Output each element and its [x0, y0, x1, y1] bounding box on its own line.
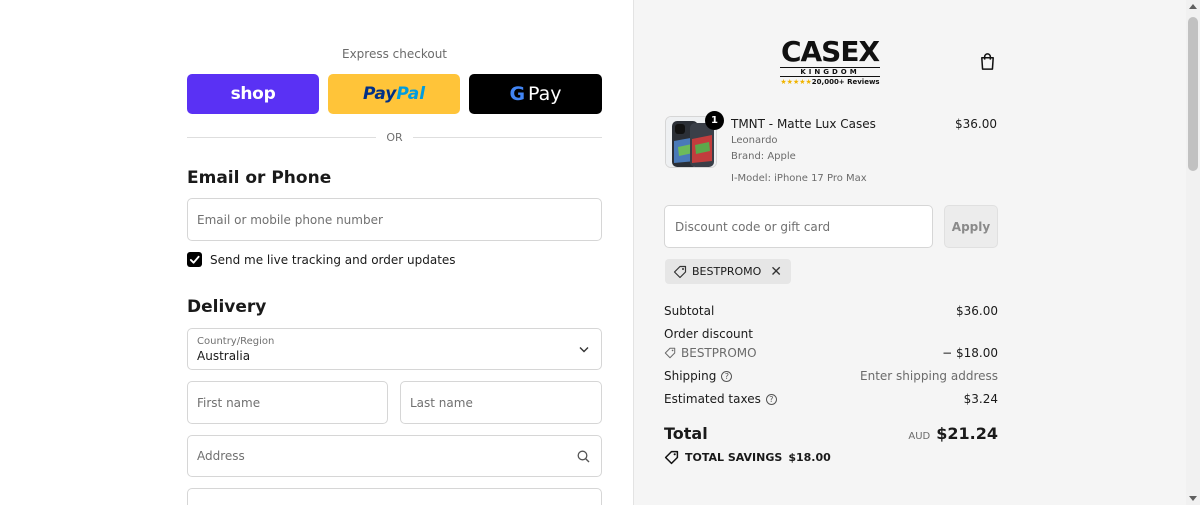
email-phone-field[interactable]: Email or mobile phone number [187, 198, 602, 241]
taxes-label: Estimated taxes [664, 392, 761, 406]
logo-sub-text: KINGDOM [780, 67, 880, 77]
paypal-label-part2: Pal [396, 84, 426, 104]
store-logo[interactable]: CASEX KINGDOM ★★★★★20,000+ Reviews [774, 35, 886, 86]
product-model: I-Model: iPhone 17 Pro Max [731, 173, 867, 184]
currency-code: AUD [908, 431, 931, 442]
checkmark-icon [189, 255, 200, 264]
applied-code-text: BESTPROMO [692, 265, 762, 278]
paypal-button[interactable]: Pay Pal [328, 74, 460, 114]
total-amount: AUD $21.24 [908, 424, 998, 443]
apply-label: Apply [951, 219, 991, 234]
last-name-placeholder: Last name [410, 395, 473, 410]
shop-pay-button[interactable]: shop [187, 74, 319, 114]
total-label: Total [664, 424, 708, 443]
order-discount-label: Order discount [664, 327, 753, 341]
first-name-field[interactable]: First name [187, 381, 388, 424]
product-variant: Leonardo [731, 135, 778, 146]
google-pay-label: Pay [528, 83, 562, 105]
first-name-placeholder: First name [197, 395, 261, 410]
country-region-label: Country/Region [197, 336, 275, 347]
shop-pay-label: shop [230, 84, 276, 104]
rating-stars: ★★★★★ [780, 78, 812, 86]
country-region-select[interactable]: Country/Region Australia [187, 328, 602, 370]
total-value: $21.24 [936, 424, 998, 443]
shopping-bag-icon[interactable] [978, 52, 997, 71]
product-brand: Brand: Apple [731, 151, 796, 162]
product-price: $36.00 [955, 117, 997, 131]
total-savings-row: TOTAL SAVINGS $18.00 [664, 450, 831, 465]
page-scrollbar[interactable] [1186, 0, 1200, 505]
or-text: OR [386, 130, 403, 144]
shipping-help-icon[interactable]: ? [721, 370, 733, 382]
discount-code-input[interactable]: Discount code or gift card [664, 205, 933, 248]
taxes-value: $3.24 [963, 392, 998, 406]
or-divider: OR [187, 130, 602, 144]
order-discount-code-row: BESTPROMO [664, 346, 757, 360]
savings-value: $18.00 [788, 451, 831, 464]
savings-label: TOTAL SAVINGS [685, 451, 783, 464]
logo-main-text: CASEX [780, 35, 880, 68]
quantity-badge: 1 [705, 111, 724, 130]
subtotal-label: Subtotal [664, 304, 715, 318]
address-placeholder: Address [197, 449, 245, 463]
checkout-form-panel: Express checkout shop Pay Pal G Pay OR Em… [0, 0, 633, 505]
email-phone-placeholder: Email or mobile phone number [197, 212, 383, 227]
tracking-opt-in[interactable]: Send me live tracking and order updates [187, 252, 456, 267]
apartment-field[interactable] [187, 488, 602, 505]
product-name: TMNT - Matte Lux Cases [731, 117, 876, 131]
logo-rating: ★★★★★20,000+ Reviews [774, 78, 886, 86]
shipping-row-label: Shipping ? [664, 369, 733, 383]
search-icon [577, 450, 590, 463]
order-discount-value: − $18.00 [942, 346, 998, 360]
tag-icon [664, 450, 679, 465]
chevron-down-icon [579, 347, 589, 353]
paypal-label-part1: Pay [362, 84, 397, 104]
express-checkout-label: Express checkout [341, 47, 448, 61]
tracking-label: Send me live tracking and order updates [210, 252, 456, 267]
contact-section-title: Email or Phone [187, 168, 332, 188]
country-region-value: Australia [197, 349, 251, 363]
delivery-section-title: Delivery [187, 297, 267, 317]
taxes-help-icon[interactable]: ? [765, 393, 777, 405]
tag-icon [673, 265, 687, 278]
apply-discount-button[interactable]: Apply [944, 205, 998, 248]
applied-discount-chip: BESTPROMO ✕ [665, 259, 792, 284]
subtotal-value: $36.00 [956, 304, 998, 318]
scrollbar-thumb[interactable] [1188, 17, 1198, 171]
last-name-field[interactable]: Last name [400, 381, 602, 424]
shipping-value: Enter shipping address [860, 369, 998, 383]
scroll-up-icon[interactable] [1189, 4, 1197, 9]
tag-icon [664, 347, 676, 359]
logo-reviews-text: 20,000+ Reviews [811, 78, 880, 86]
scroll-down-icon[interactable] [1189, 496, 1197, 501]
address-field[interactable]: Address [187, 435, 602, 477]
discount-code-placeholder: Discount code or gift card [675, 220, 831, 234]
remove-discount-icon[interactable]: ✕ [770, 264, 782, 280]
google-g-icon: G [509, 83, 526, 105]
taxes-row-label: Estimated taxes ? [664, 392, 777, 406]
google-pay-button[interactable]: G Pay [469, 74, 602, 114]
shipping-label: Shipping [664, 369, 717, 383]
order-discount-code: BESTPROMO [681, 346, 757, 360]
tracking-checkbox[interactable] [187, 252, 202, 267]
